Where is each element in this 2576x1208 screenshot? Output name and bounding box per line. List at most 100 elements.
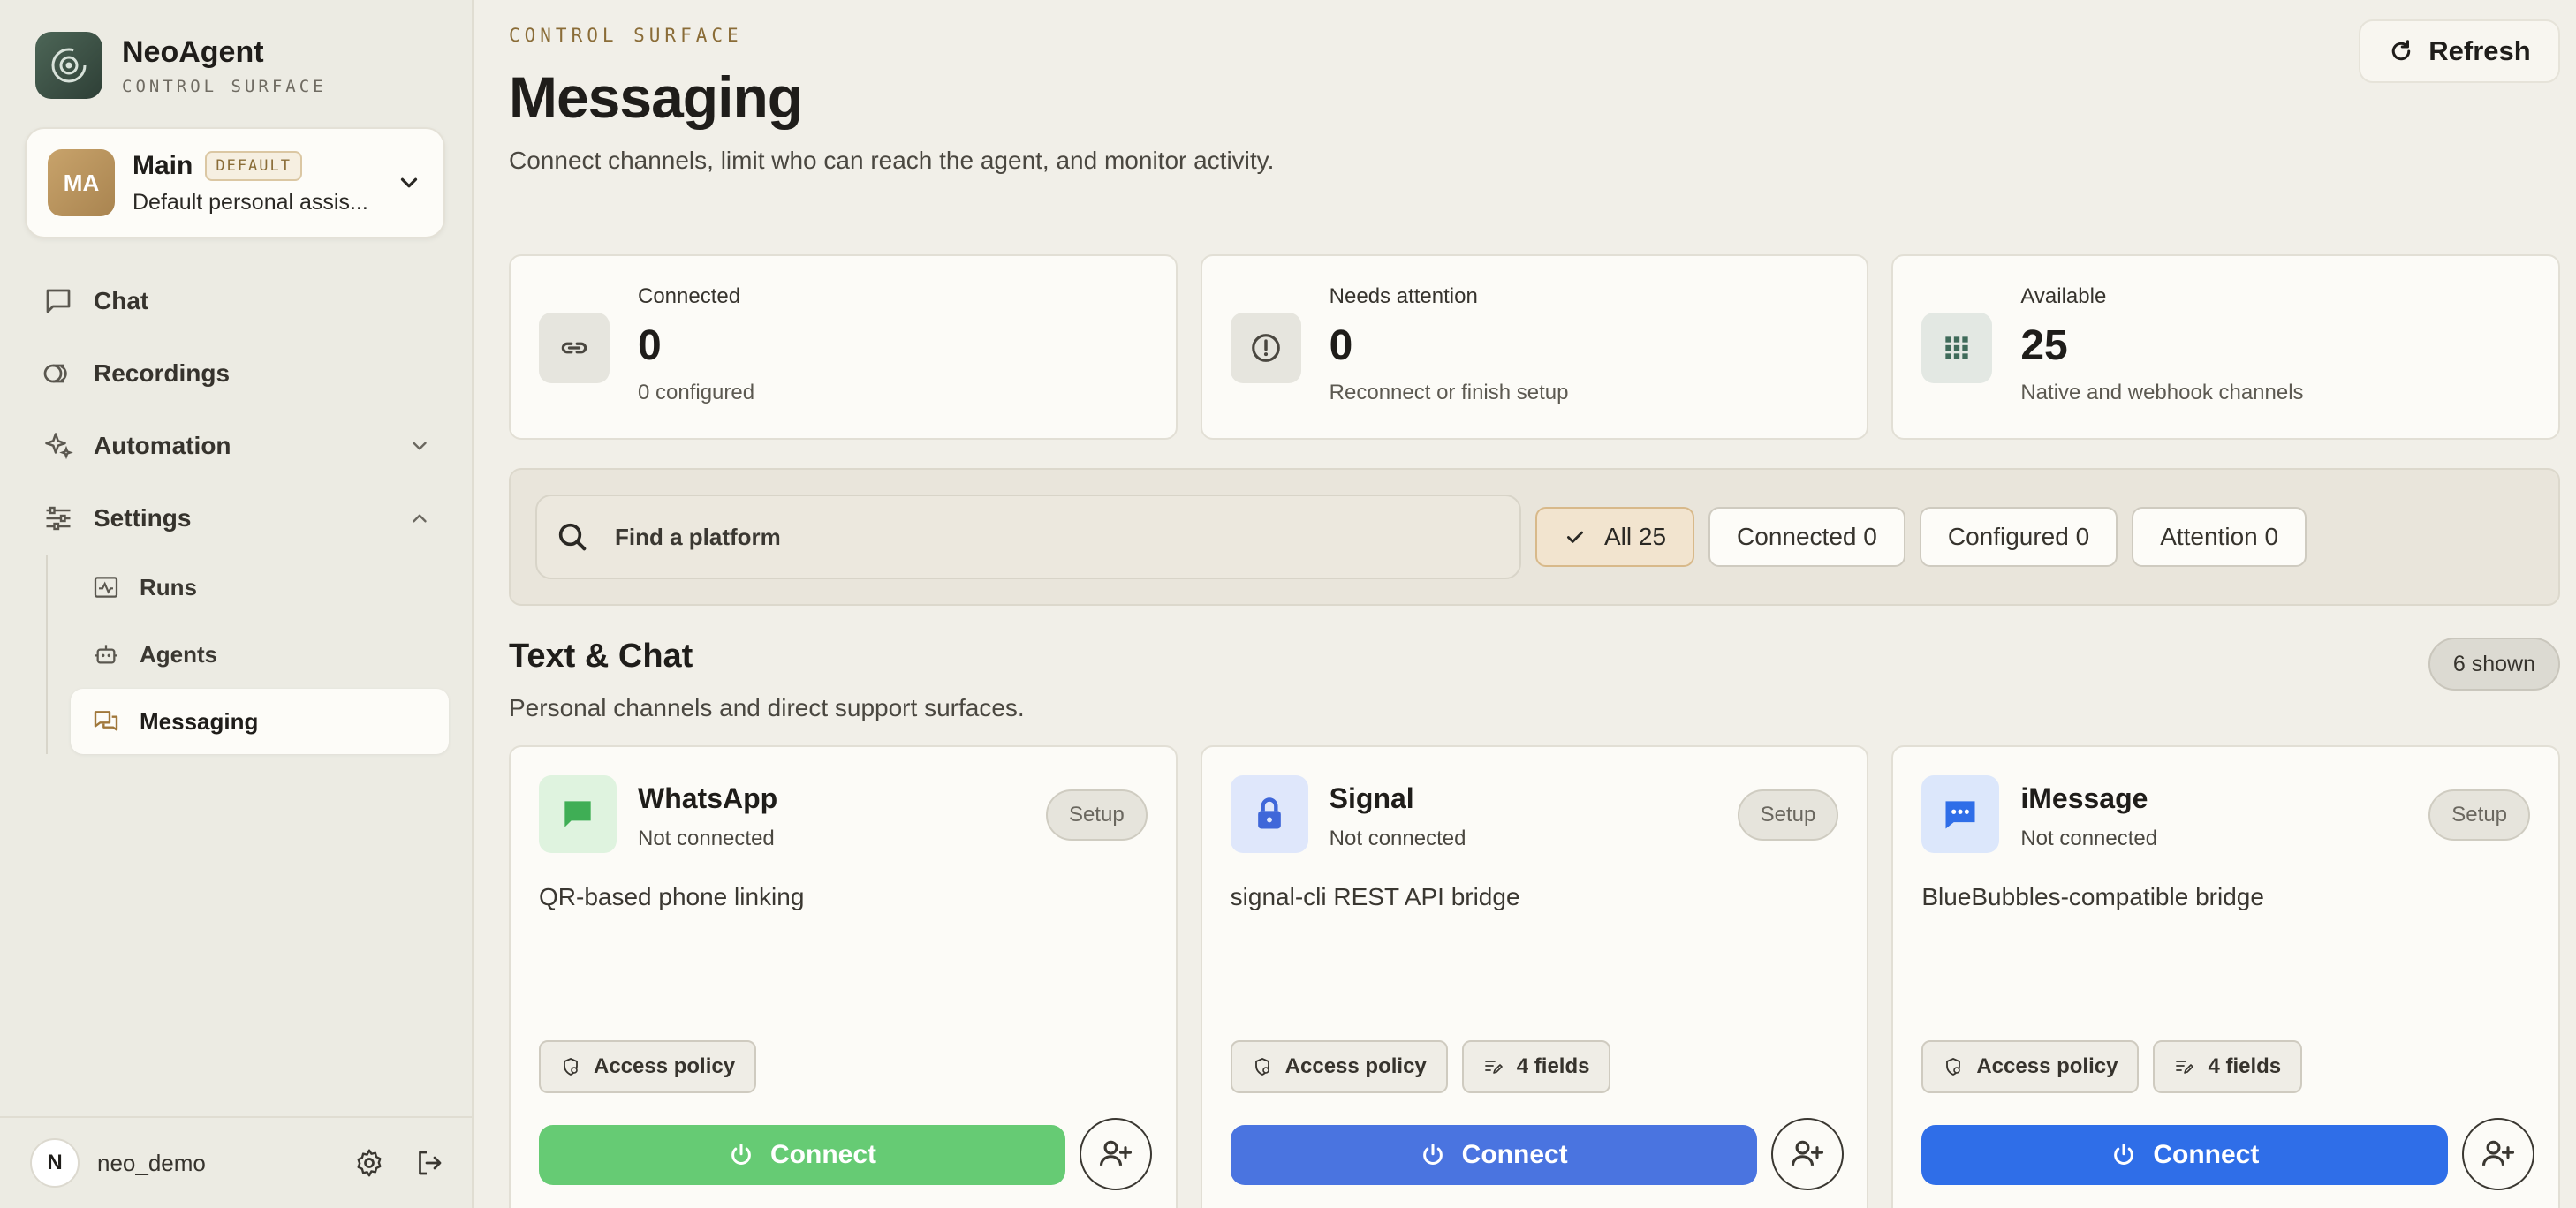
stat-hint: Reconnect or finish setup	[1329, 381, 1569, 404]
platform-card-whatsapp: WhatsApp Not connected Setup QR-based ph…	[509, 745, 1178, 1208]
robot-icon	[95, 645, 117, 664]
platform-name: WhatsApp	[638, 782, 778, 814]
chevron-up-icon[interactable]	[408, 507, 431, 530]
chevron-down-icon[interactable]	[408, 434, 431, 457]
search-input[interactable]	[615, 523, 1410, 551]
refresh-button[interactable]: Refresh	[2359, 19, 2560, 83]
sparkle-icon	[45, 433, 73, 460]
stat-hint: 0 configured	[638, 381, 755, 404]
platform-description: BlueBubbles-compatible bridge	[1921, 883, 2264, 910]
page-eyebrow: CONTROL SURFACE	[509, 25, 743, 46]
nav-item-settings[interactable]: Settings	[25, 482, 449, 555]
stat-connected: Connected 0 0 configured	[509, 254, 1178, 440]
sidebar: NeoAgent CONTROL SURFACE MA Main DEFAULT…	[0, 0, 474, 1208]
fields-tag[interactable]: 4 fields	[1461, 1040, 1611, 1093]
brand-subtitle: CONTROL SURFACE	[122, 76, 327, 96]
stat-label: Needs attention	[1329, 284, 1478, 308]
stat-label: Connected	[638, 284, 741, 308]
filter-chip-all[interactable]: All 25	[1535, 507, 1695, 567]
stat-value: 0	[638, 322, 662, 369]
nav-label: Settings	[94, 504, 192, 532]
user-name: neo_demo	[97, 1149, 206, 1176]
filter-chip-connected[interactable]: Connected 0	[1708, 507, 1905, 567]
sub-item-runs[interactable]: Runs	[71, 555, 449, 620]
check-icon	[1567, 531, 1583, 543]
messages-icon	[94, 711, 118, 731]
agent-avatar: MA	[48, 149, 115, 216]
filter-bar: All 25 Connected 0 Configured 0 Attentio…	[509, 468, 2560, 606]
access-policy-tag[interactable]: Access policy	[1230, 1040, 1448, 1093]
platform-description: signal-cli REST API bridge	[1230, 883, 1520, 910]
page-subtitle: Connect channels, limit who can reach th…	[509, 147, 1275, 174]
nav-item-automation[interactable]: Automation	[25, 410, 449, 482]
add-user-button[interactable]	[2462, 1118, 2535, 1190]
stat-value: 0	[1329, 322, 1353, 369]
brand-logo-icon	[35, 32, 102, 99]
platform-tags: Access policy 4 fields	[1921, 1040, 2303, 1093]
page-title: Messaging	[509, 64, 803, 130]
connect-button[interactable]: Connect	[1230, 1125, 1757, 1185]
nav-item-recordings[interactable]: Recordings	[25, 337, 449, 410]
tag-label: Access policy	[594, 1054, 736, 1078]
chevron-down-icon[interactable]	[396, 170, 422, 196]
stat-available: Available 25 Native and webhook channels	[1891, 254, 2561, 440]
sub-label: Runs	[140, 573, 197, 600]
connect-label: Connect	[770, 1140, 876, 1169]
setup-button[interactable]: Setup	[1045, 789, 1148, 841]
access-policy-tag[interactable]: Access policy	[539, 1040, 757, 1093]
settings-gear-icon[interactable]	[353, 1147, 385, 1179]
nav-label: Chat	[94, 287, 149, 314]
setup-button[interactable]: Setup	[1737, 789, 1839, 841]
nav-label: Automation	[94, 432, 231, 459]
filter-chip-configured[interactable]: Configured 0	[1919, 507, 2118, 567]
policy-icon	[1254, 1058, 1269, 1076]
setup-button[interactable]: Setup	[2428, 789, 2531, 841]
fields-tag[interactable]: 4 fields	[2153, 1040, 2303, 1093]
sub-label: Messaging	[140, 707, 259, 735]
logout-icon[interactable]	[413, 1147, 445, 1179]
add-user-button[interactable]	[1080, 1118, 1152, 1190]
user-plus-icon	[2482, 1140, 2515, 1166]
brand[interactable]: NeoAgent CONTROL SURFACE	[35, 32, 327, 99]
power-icon	[731, 1144, 751, 1165]
platform-search[interactable]	[535, 495, 1521, 579]
agent-description: Default personal assis...	[133, 189, 368, 215]
section-subtitle: Personal channels and direct support sur…	[509, 694, 1025, 721]
policy-icon	[1946, 1058, 1961, 1076]
add-user-button[interactable]	[1770, 1118, 1844, 1190]
platform-name: iMessage	[2020, 782, 2148, 814]
platform-tags: Access policy 4 fields	[1230, 1040, 1611, 1093]
nav-item-chat[interactable]: Chat	[25, 265, 449, 337]
user-plus-icon	[1099, 1140, 1133, 1166]
connect-button[interactable]: Connect	[539, 1125, 1065, 1185]
tag-label: 4 fields	[2208, 1054, 2282, 1078]
brand-name: NeoAgent	[122, 34, 264, 69]
power-icon	[2114, 1144, 2134, 1165]
sub-item-agents[interactable]: Agents	[71, 622, 449, 687]
activity-icon	[94, 577, 118, 598]
settings-subnav: Runs Agents Messaging	[46, 555, 449, 754]
chat-icon	[46, 289, 71, 313]
power-icon	[1422, 1144, 1443, 1165]
connect-button[interactable]: Connect	[1921, 1125, 2449, 1185]
tag-label: 4 fields	[1516, 1054, 1590, 1078]
sliders-icon	[46, 506, 71, 531]
message-dots-icon	[1921, 775, 2000, 853]
alert-circle-icon	[1230, 313, 1301, 383]
stat-label: Available	[2020, 284, 2107, 308]
grid-icon	[1921, 313, 1993, 383]
filter-chip-attention[interactable]: Attention 0	[2132, 507, 2307, 567]
access-policy-tag[interactable]: Access policy	[1921, 1040, 2140, 1093]
shown-count-badge: 6 shown	[2428, 638, 2560, 691]
platform-card-imessage: iMessage Not connected Setup BlueBubbles…	[1891, 745, 2561, 1208]
platform-description: QR-based phone linking	[539, 883, 805, 910]
platform-status: Not connected	[638, 827, 775, 850]
lock-icon	[1230, 775, 1308, 853]
sub-item-messaging[interactable]: Messaging	[71, 689, 449, 754]
agent-switcher[interactable]: MA Main DEFAULT Default personal assis..…	[25, 127, 445, 238]
edit-fields-icon	[1484, 1061, 1503, 1074]
policy-icon	[564, 1058, 578, 1076]
main-nav: Chat Recordings Automation Settings Runs…	[25, 265, 449, 756]
platform-status: Not connected	[1329, 827, 1466, 850]
user-bar: N neo_demo	[0, 1116, 474, 1208]
